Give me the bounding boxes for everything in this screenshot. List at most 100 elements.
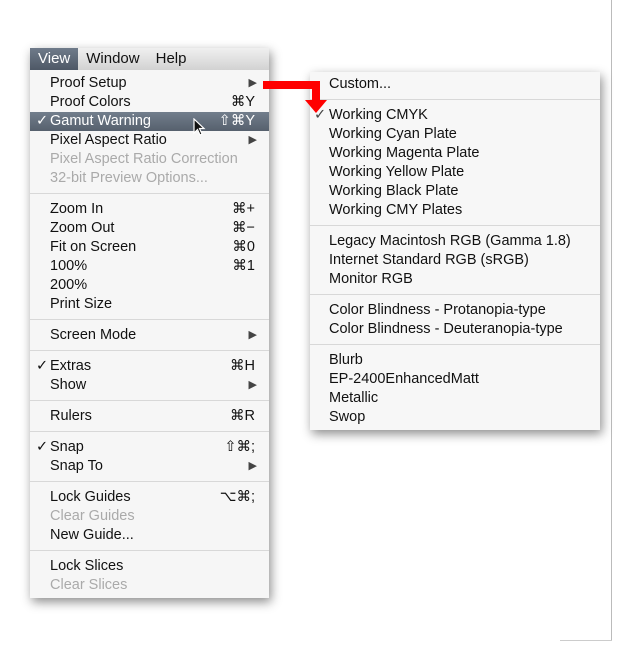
view-menu: View Window Help Proof Setup ▶ Proof Colors ⌘… (30, 48, 269, 598)
proof-setup-submenu: Custom... ✓ Working CMYK Working Cyan Plate… (310, 72, 600, 430)
menu-item-label: Lock Slices (50, 558, 124, 574)
menu-item-label: Working Magenta Plate (329, 145, 480, 161)
menu-item-clear-slices: Clear Slices (30, 576, 269, 595)
menu-item-label: Color Blindness - Deuteranopia-type (329, 321, 563, 337)
submenu-arrow-icon: ▶ (248, 460, 257, 472)
menu-item-label: Metallic (329, 390, 379, 406)
menu-item-label: Screen Mode (50, 327, 137, 343)
menu-item-32-bit-preview-options: 32-bit Preview Options... (30, 169, 269, 188)
menu-item-proof-colors[interactable]: Proof Colors ⌘Y (30, 93, 269, 112)
menu-item-new-guide[interactable]: New Guide... (30, 526, 269, 545)
mouse-cursor-icon (193, 118, 206, 136)
menu-separator (310, 344, 600, 345)
menu-item-rulers[interactable]: Rulers ⌘R (30, 407, 269, 426)
shortcut-label: ⌘− (232, 220, 255, 236)
menu-item-pixel-aspect-ratio[interactable]: Pixel Aspect Ratio ▶ (30, 131, 269, 150)
menu-item-snap[interactable]: ✓ Snap ⇧⌘; (30, 438, 269, 457)
menu-item-label: Working Black Plate (329, 183, 459, 199)
menu-item-label: Proof Setup (50, 75, 127, 91)
menu-item-label: Pixel Aspect Ratio (50, 132, 167, 148)
shortcut-label: ⇧⌘Y (218, 113, 255, 129)
checkmark-icon: ✓ (36, 358, 49, 374)
menu-item-label: Snap To (50, 458, 103, 474)
menu-item-working-yellow-plate[interactable]: Working Yellow Plate (310, 163, 600, 182)
menu-separator (30, 481, 269, 482)
menu-item-lock-slices[interactable]: Lock Slices (30, 557, 269, 576)
menu-item-label: EP-2400EnhancedMatt (329, 371, 479, 387)
shortcut-label: ⌘R (230, 408, 255, 424)
menu-item-custom[interactable]: Custom... (310, 75, 600, 94)
menu-item-working-magenta-plate[interactable]: Working Magenta Plate (310, 144, 600, 163)
menu-separator (30, 319, 269, 320)
menu-item-label: Working Yellow Plate (329, 164, 465, 180)
menu-separator (310, 294, 600, 295)
menu-item-zoom-in[interactable]: Zoom In ⌘+ (30, 200, 269, 219)
menu-item-blurb[interactable]: Blurb (310, 351, 600, 370)
shortcut-label: ⌘H (230, 358, 255, 374)
menu-item-label: 200% (50, 277, 88, 293)
menu-item-snap-to[interactable]: Snap To ▶ (30, 457, 269, 476)
menu-item-working-cyan-plate[interactable]: Working Cyan Plate (310, 125, 600, 144)
menu-item-label: Zoom In (50, 201, 104, 217)
shortcut-label: ⌘0 (232, 239, 255, 255)
menu-item-working-black-plate[interactable]: Working Black Plate (310, 182, 600, 201)
menu-separator (30, 550, 269, 551)
menu-item-metallic[interactable]: Metallic (310, 389, 600, 408)
menu-item-label: Pixel Aspect Ratio Correction (50, 151, 238, 167)
menu-item-label: Clear Slices (50, 577, 128, 593)
menu-item-gamut-warning[interactable]: ✓ Gamut Warning ⇧⌘Y (30, 112, 269, 131)
menu-separator (310, 99, 600, 100)
menu-item-legacy-macintosh-rgb-gamma-1-8[interactable]: Legacy Macintosh RGB (Gamma 1.8) (310, 232, 600, 251)
menu-item-label: Color Blindness - Protanopia-type (329, 302, 546, 318)
menubar-help[interactable]: Help (148, 48, 195, 70)
menu-separator (30, 350, 269, 351)
menubar-view[interactable]: View (30, 48, 79, 70)
menu-item-swop[interactable]: Swop (310, 408, 600, 427)
menu-item-color-blindness-protanopia-type[interactable]: Color Blindness - Protanopia-type (310, 301, 600, 320)
menu-item-proof-setup[interactable]: Proof Setup ▶ (30, 74, 269, 93)
menu-item-screen-mode[interactable]: Screen Mode ▶ (30, 326, 269, 345)
menu-item-internet-standard-rgb-srgb[interactable]: Internet Standard RGB (sRGB) (310, 251, 600, 270)
menu-item-label: Working Cyan Plate (329, 126, 457, 142)
menu-item-label: Zoom Out (50, 220, 115, 236)
shortcut-label: ⌥⌘; (219, 489, 255, 505)
menu-item-label: Gamut Warning (50, 113, 151, 129)
menu-item-label: Monitor RGB (329, 271, 413, 287)
menu-item-label: Snap (50, 439, 84, 455)
menu-item-fit-on-screen[interactable]: Fit on Screen ⌘0 (30, 238, 269, 257)
menu-item-label: Rulers (50, 408, 92, 424)
menu-item-pixel-aspect-ratio-correction: Pixel Aspect Ratio Correction (30, 150, 269, 169)
menu-item-working-cmy-plates[interactable]: Working CMY Plates (310, 201, 600, 220)
menu-item-label: Clear Guides (50, 508, 135, 524)
menu-item-label: Fit on Screen (50, 239, 137, 255)
menu-item-200[interactable]: 200% (30, 276, 269, 295)
menu-item-label: Custom... (329, 76, 392, 92)
shortcut-label: ⌘+ (232, 201, 255, 217)
shortcut-label: ⇧⌘; (224, 439, 255, 455)
menubar: View Window Help (30, 48, 269, 70)
menu-item-label: Legacy Macintosh RGB (Gamma 1.8) (329, 233, 571, 249)
callout-arrow-head-icon (305, 100, 327, 113)
menu-item-zoom-out[interactable]: Zoom Out ⌘− (30, 219, 269, 238)
menu-item-100[interactable]: 100% ⌘1 (30, 257, 269, 276)
menu-item-working-cmyk[interactable]: ✓ Working CMYK (310, 106, 600, 125)
menu-item-label: 32-bit Preview Options... (50, 170, 208, 186)
menu-item-show[interactable]: Show ▶ (30, 376, 269, 395)
menu-item-label: Proof Colors (50, 94, 131, 110)
menu-item-monitor-rgb[interactable]: Monitor RGB (310, 270, 600, 289)
menu-item-extras[interactable]: ✓ Extras ⌘H (30, 357, 269, 376)
checkmark-icon: ✓ (36, 439, 49, 455)
page-border-line (611, 0, 612, 640)
menu-item-color-blindness-deuteranopia-type[interactable]: Color Blindness - Deuteranopia-type (310, 320, 600, 339)
menu-item-ep-2400enhancedmatt[interactable]: EP-2400EnhancedMatt (310, 370, 600, 389)
menu-item-print-size[interactable]: Print Size (30, 295, 269, 314)
menu-item-lock-guides[interactable]: Lock Guides ⌥⌘; (30, 488, 269, 507)
menubar-window[interactable]: Window (78, 48, 147, 70)
menu-item-label: Lock Guides (50, 489, 131, 505)
shortcut-label: ⌘1 (232, 258, 255, 274)
menu-item-label: Extras (50, 358, 92, 374)
menu-item-label: Working CMYK (329, 107, 428, 123)
menu-item-label: Working CMY Plates (329, 202, 463, 218)
menu-item-label: 100% (50, 258, 88, 274)
menu-separator (30, 193, 269, 194)
